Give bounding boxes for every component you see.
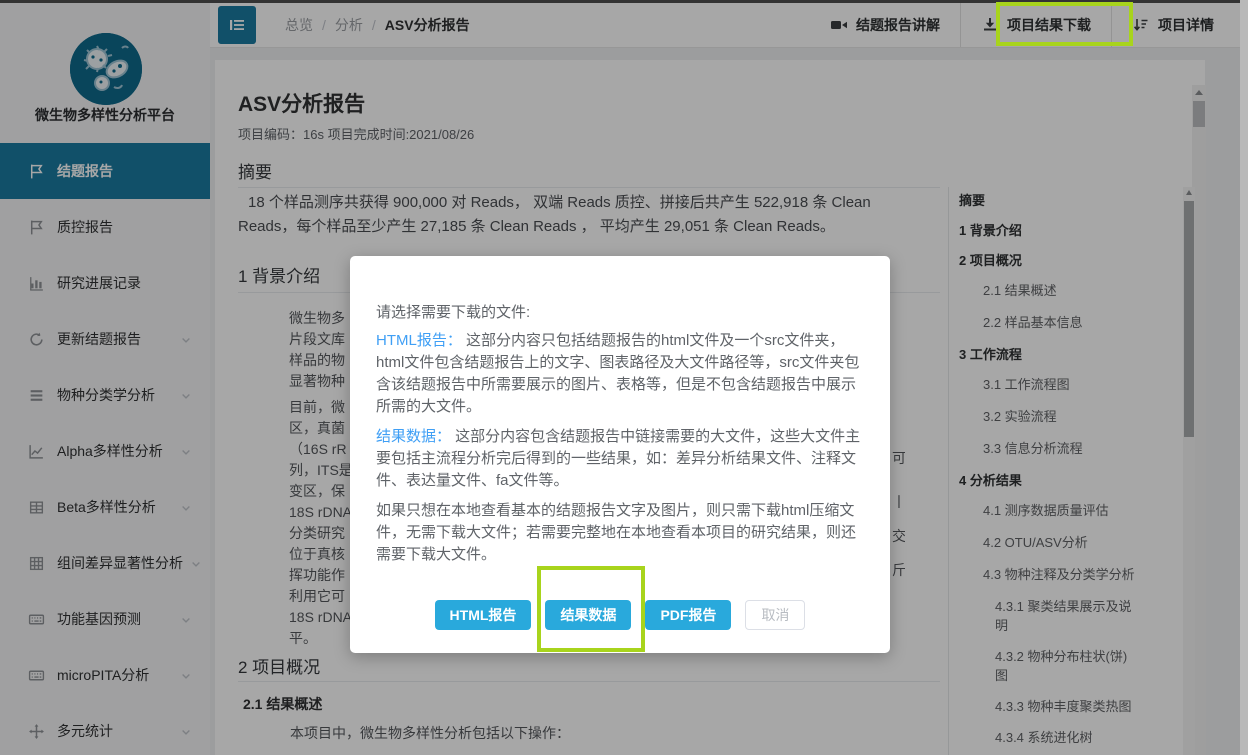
html-report-label: HTML报告： xyxy=(376,332,462,349)
result-data-description: 结果数据： 这部分内容包含结题报告中链接需要的大文件，这些大文件主要包括主流程分… xyxy=(376,426,864,492)
pdf-report-button[interactable]: PDF报告 xyxy=(645,600,731,630)
cancel-button[interactable]: 取消 xyxy=(745,600,805,630)
app: 微生物多样性分析平台 结题报告 质控报告 研究进展记录 更新结题报告 xyxy=(0,0,1248,755)
annotation-box-download-button xyxy=(996,2,1133,46)
html-report-description: HTML报告： 这部分内容只包括结题报告的html文件及一个src文件夹，htm… xyxy=(376,330,864,418)
result-data-label: 结果数据： xyxy=(376,428,451,445)
annotation-box-result-data-button xyxy=(537,566,645,652)
browser-scrollbar[interactable] xyxy=(1240,0,1248,755)
dialog-note: 如果只想在本地查看基本的结题报告文字及图片，则只需下载html压缩文件，无需下载… xyxy=(376,500,864,566)
html-report-button[interactable]: HTML报告 xyxy=(435,600,532,630)
dialog-intro: 请选择需要下载的文件: xyxy=(376,302,864,324)
